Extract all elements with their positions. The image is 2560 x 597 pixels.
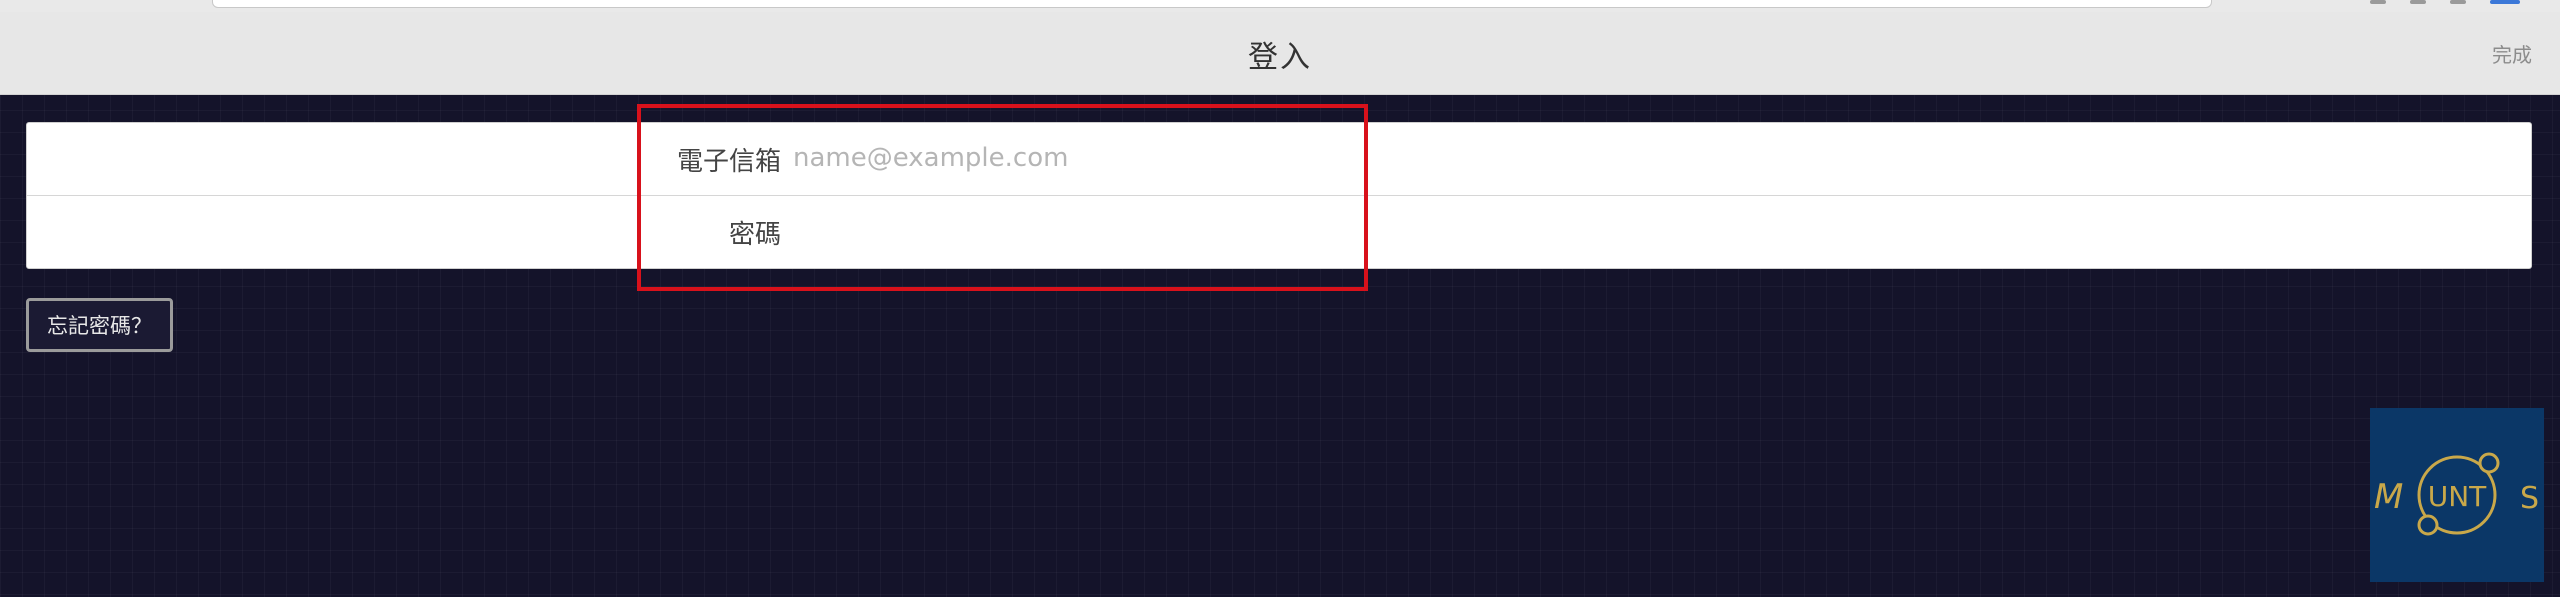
toolbar-icon[interactable] — [2490, 0, 2520, 4]
toolbar-icon[interactable] — [2410, 0, 2426, 4]
mounts-logo-icon: M UNT S — [2370, 408, 2544, 582]
logo-letters-unt: UNT — [2428, 480, 2487, 513]
done-button[interactable]: 完成 — [2492, 39, 2532, 68]
toolbar-icon[interactable] — [2370, 0, 2386, 4]
page-title: 登入 — [1248, 40, 1312, 75]
address-bar[interactable] — [212, 0, 2212, 8]
logo-letter-s: S — [2520, 481, 2539, 516]
forgot-password-button[interactable]: 忘記密碼？ — [26, 298, 173, 352]
logo-letter-m: M — [2374, 477, 2403, 517]
email-label: 電子信箱 — [676, 147, 781, 177]
password-label: 密碼 — [728, 220, 781, 250]
password-row: 密碼 — [27, 196, 2531, 268]
email-field[interactable] — [793, 135, 1993, 181]
password-field[interactable] — [793, 208, 1993, 254]
login-form: 電子信箱 密碼 — [26, 122, 2532, 269]
modal-header: 登入 完成 — [0, 12, 2560, 95]
email-row: 電子信箱 — [27, 123, 2531, 196]
toolbar-icon[interactable] — [2450, 0, 2466, 4]
browser-toolbar-icons — [2370, 0, 2520, 6]
browser-toolbar-edge — [0, 0, 2560, 12]
